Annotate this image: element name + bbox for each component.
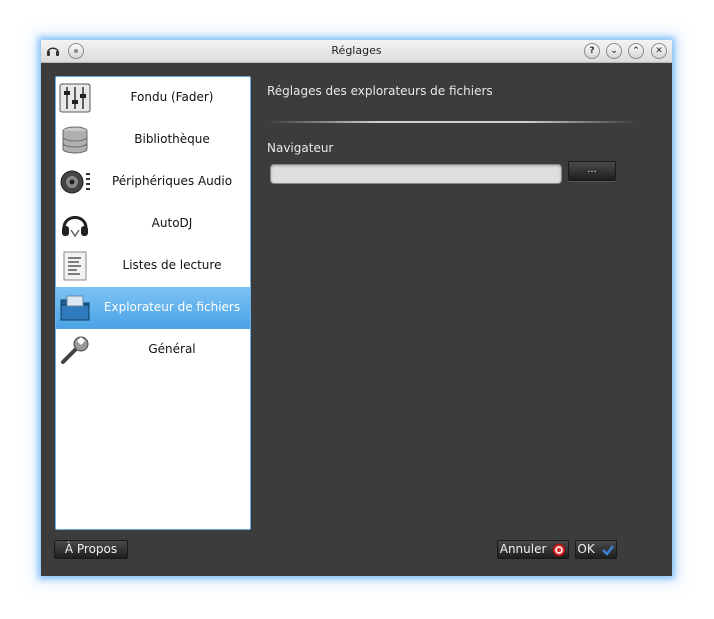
speaker-icon (59, 166, 91, 198)
sidebar-item-library[interactable]: Bibliothèque (56, 119, 250, 161)
browser-path-input[interactable] (270, 164, 562, 184)
sidebar-item-fader[interactable]: Fondu (Fader) (56, 77, 250, 119)
cancel-icon (552, 543, 566, 557)
sidebar-item-label: Listes de lecture (122, 258, 222, 272)
ok-button[interactable]: OK (575, 540, 617, 559)
about-button[interactable]: À Propos (54, 540, 128, 559)
browser-section-label: Navigateur (267, 141, 334, 155)
headphones-icon (59, 208, 91, 240)
sidebar-item-label: Général (148, 342, 196, 356)
sidebar-item-file-browser[interactable]: Explorateur de fichiers (56, 287, 250, 329)
divider (267, 121, 637, 123)
close-icon[interactable]: ✕ (651, 43, 667, 59)
sidebar-item-label: Périphériques Audio (111, 174, 233, 188)
sidebar-item-label: Bibliothèque (134, 132, 210, 146)
sidebar-item-audio-devices[interactable]: Périphériques Audio (56, 161, 250, 203)
title-bar: Réglages ? ⌄ ⌃ ✕ (41, 40, 672, 63)
folder-icon (59, 292, 91, 324)
page-title: Réglages des explorateurs de fichiers (267, 84, 493, 98)
window-title: Réglages (331, 44, 382, 57)
sidebar-item-label: Explorateur de fichiers (103, 300, 241, 314)
database-icon (59, 124, 91, 156)
help-icon[interactable]: ? (584, 43, 600, 59)
sidebar-item-label: AutoDJ (151, 216, 193, 230)
checkmark-icon (601, 543, 615, 557)
fader-icon (59, 82, 91, 114)
playlist-document-icon (59, 250, 91, 282)
minimize-icon[interactable]: ⌄ (606, 43, 622, 59)
settings-category-list: Fondu (Fader) Bibliothèque Périphériques… (55, 76, 251, 530)
browse-button[interactable]: ... (568, 161, 616, 181)
sidebar-item-label: Fondu (Fader) (130, 90, 214, 104)
sidebar-item-playlists[interactable]: Listes de lecture (56, 245, 250, 287)
sidebar-item-autodj[interactable]: AutoDJ (56, 203, 250, 245)
cancel-button[interactable]: Annuler (497, 540, 569, 559)
wrench-icon (59, 334, 91, 366)
settings-window: Réglages ? ⌄ ⌃ ✕ Fondu (Fader) Bibliothè… (41, 40, 672, 576)
maximize-icon[interactable]: ⌃ (628, 43, 644, 59)
sidebar-item-general[interactable]: Général (56, 329, 250, 371)
